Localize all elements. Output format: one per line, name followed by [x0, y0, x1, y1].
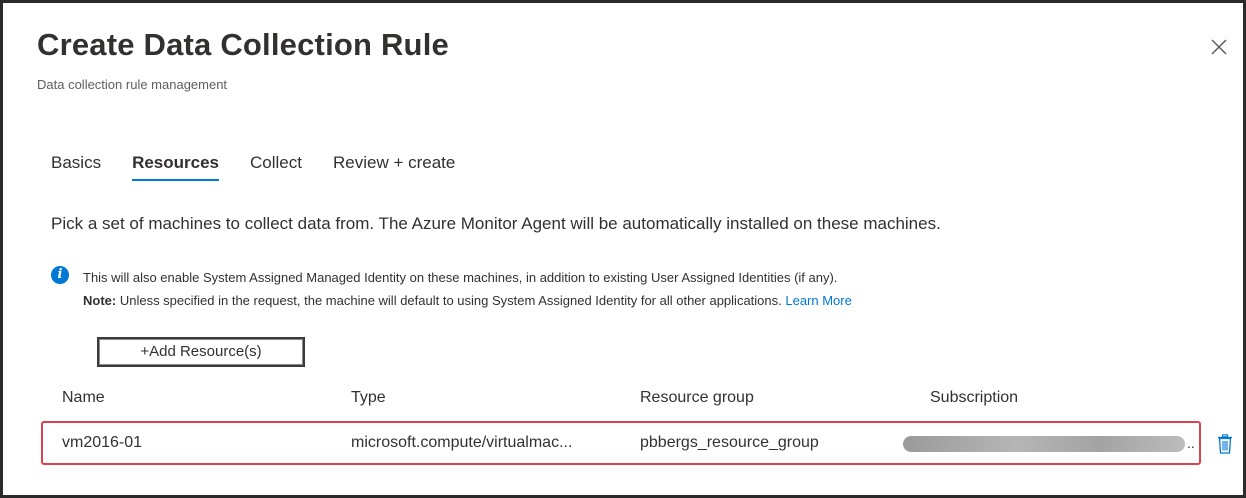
- tab-resources[interactable]: Resources: [132, 153, 219, 181]
- tab-basics[interactable]: Basics: [51, 153, 101, 181]
- table-cell-type: microsoft.compute/virtualmac...: [351, 434, 573, 451]
- tab-bar: Basics Resources Collect Review + create: [51, 153, 486, 181]
- learn-more-link[interactable]: Learn More: [785, 293, 851, 308]
- info-line-2: Note: Unless specified in the request, t…: [83, 289, 852, 312]
- resources-description: Pick a set of machines to collect data f…: [51, 214, 941, 233]
- table-cell-resource-group: pbbergs_resource_group: [640, 434, 819, 451]
- info-line-1: This will also enable System Assigned Ma…: [83, 270, 838, 285]
- tab-collect[interactable]: Collect: [250, 153, 302, 181]
- page-title: Create Data Collection Rule: [37, 27, 449, 62]
- info-note-label: Note:: [83, 293, 117, 308]
- table-cell-subscription-ellipsis: ..: [1187, 435, 1195, 451]
- close-icon[interactable]: [1209, 37, 1229, 57]
- info-icon: i: [51, 266, 69, 284]
- delete-icon[interactable]: [1217, 434, 1233, 454]
- column-header-subscription[interactable]: Subscription: [930, 389, 1018, 407]
- add-resources-button[interactable]: +Add Resource(s): [97, 337, 305, 367]
- column-header-type[interactable]: Type: [351, 389, 386, 407]
- column-header-name[interactable]: Name: [62, 389, 105, 407]
- tab-review-create[interactable]: Review + create: [333, 153, 455, 181]
- info-message: This will also enable System Assigned Ma…: [83, 266, 852, 312]
- dialog-panel: Create Data Collection Rule Data collect…: [0, 0, 1246, 498]
- column-header-resource-group[interactable]: Resource group: [640, 389, 754, 407]
- table-cell-name: vm2016-01: [62, 434, 143, 451]
- info-note-text: Unless specified in the request, the mac…: [116, 293, 786, 308]
- page-subtitle: Data collection rule management: [37, 77, 228, 92]
- redacted-subscription: [903, 436, 1185, 452]
